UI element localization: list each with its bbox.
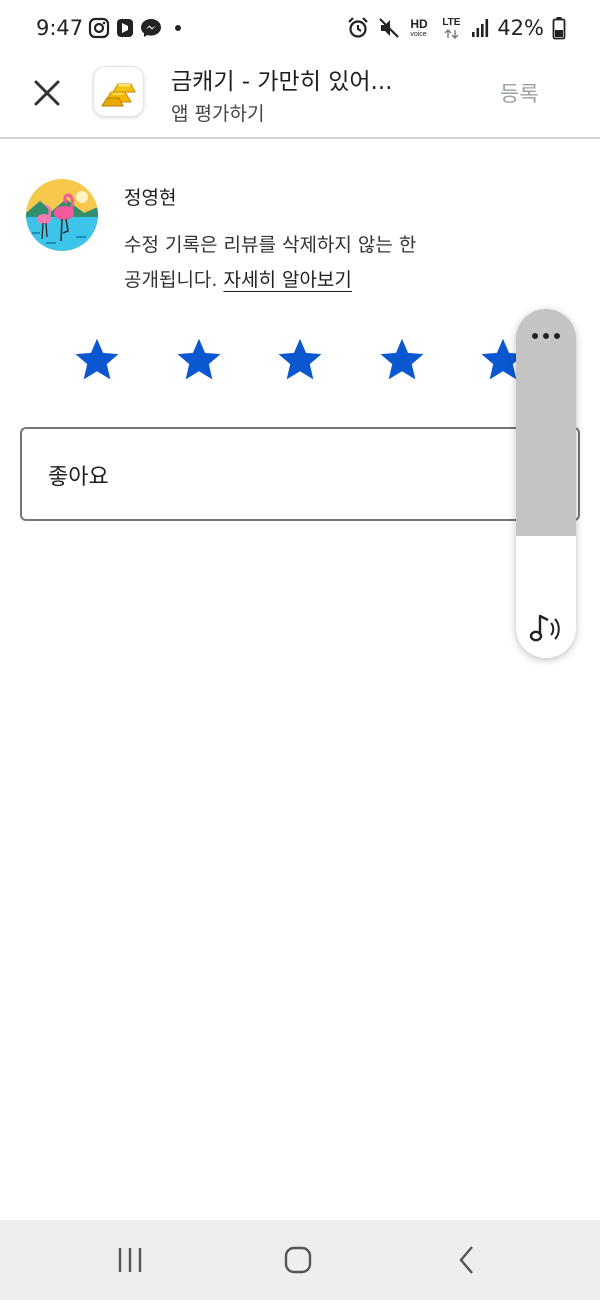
star-1[interactable] <box>72 335 122 385</box>
status-right-group: HD voice LTE 42% <box>347 14 566 42</box>
volume-more-button[interactable] <box>516 323 576 349</box>
star-2[interactable] <box>174 335 224 385</box>
more-dot <box>532 333 538 339</box>
more-dot <box>554 333 560 339</box>
battery-percent: 42% <box>497 16 544 40</box>
notice-line1: 수정 기록은 리뷰를 삭제하지 않는 한 <box>124 234 417 256</box>
user-name: 정영현 <box>124 187 177 209</box>
app-subtitle: 앱 평가하기 <box>171 103 265 125</box>
b-app-icon <box>117 19 133 37</box>
close-icon <box>34 80 60 106</box>
flamingo-avatar-icon <box>26 179 98 251</box>
review-notice: 수정 기록은 리뷰를 삭제하지 않는 한 공개됩니다. 자세히 알아보기 <box>124 228 504 298</box>
back-button[interactable] <box>447 1240 487 1280</box>
instagram-icon <box>88 17 110 39</box>
dot-icon <box>175 25 181 31</box>
alarm-icon <box>348 17 369 38</box>
close-button[interactable] <box>24 70 70 116</box>
avatar <box>26 179 98 251</box>
status-bar: 9:47 HD voice LTE 42% <box>0 0 600 56</box>
app-title: 금캐기 - 가만히 있어... <box>171 69 393 95</box>
star-4[interactable] <box>377 335 427 385</box>
learn-more-link[interactable]: 자세히 알아보기 <box>223 269 351 291</box>
gold-bars-icon <box>100 83 136 106</box>
back-icon <box>459 1246 473 1274</box>
music-note-volume-icon[interactable] <box>528 611 566 645</box>
volume-panel[interactable] <box>516 309 576 658</box>
star-3[interactable] <box>275 335 325 385</box>
review-input[interactable]: 좋아요 <box>20 427 580 521</box>
app-icon <box>93 66 144 117</box>
signal-icon <box>472 19 489 37</box>
messenger-icon <box>141 19 161 37</box>
review-text[interactable]: 좋아요 <box>48 459 109 491</box>
recents-button[interactable] <box>110 1240 150 1280</box>
notice-line2: 공개됩니다. <box>124 269 224 291</box>
mute-icon <box>379 18 400 38</box>
system-nav-bar <box>0 1220 600 1300</box>
hd-text: HD <box>410 17 428 31</box>
home-icon <box>284 1246 312 1274</box>
recents-icon <box>118 1248 142 1272</box>
voice-text: voice <box>410 31 427 38</box>
battery-icon <box>552 17 566 40</box>
home-button[interactable] <box>278 1240 318 1280</box>
lte-icon: LTE <box>441 15 463 41</box>
lte-text: LTE <box>442 17 461 28</box>
hd-voice-icon: HD voice <box>409 15 433 41</box>
status-time: 9:47 <box>36 16 84 40</box>
submit-button[interactable]: 등록 <box>500 78 539 108</box>
top-app-bar: 금캐기 - 가만히 있어... 앱 평가하기 등록 <box>0 56 600 139</box>
more-dot <box>543 333 549 339</box>
data-arrows-icon <box>444 29 459 39</box>
